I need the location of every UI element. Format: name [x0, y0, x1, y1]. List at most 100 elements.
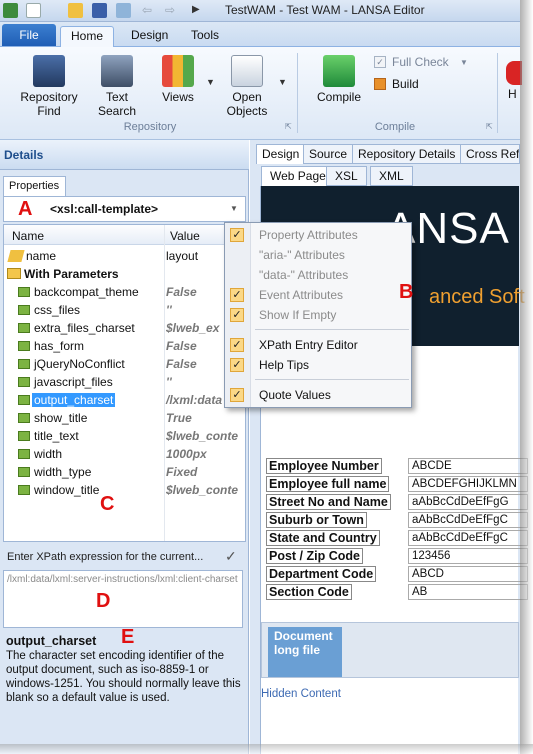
parameter-row[interactable]: show_title True [4, 409, 245, 427]
tab-home[interactable]: Home [60, 26, 115, 47]
tab-web-page[interactable]: Web Page [261, 166, 335, 186]
menu-item[interactable]: ✓ Event Attributes [225, 285, 411, 305]
ribbon-tab-row: File Home Design Tools [0, 22, 520, 47]
open-objects-button[interactable]: Open Objects [222, 55, 272, 118]
build-button[interactable]: Build [392, 77, 419, 91]
compile-button[interactable]: Compile [312, 55, 366, 104]
parameter-row[interactable]: jQueryNoConflict False [4, 355, 245, 373]
parameter-name: show_title [34, 411, 88, 425]
parameter-name: window_title [34, 483, 100, 497]
xpath-input[interactable]: /lxml:data/lxml:server-instructions/lxml… [3, 570, 243, 628]
parameter-icon [18, 305, 30, 315]
tab-source[interactable]: Source [303, 144, 354, 164]
compile-label: Compile [316, 90, 361, 104]
menu-item[interactable]: ✓ Show If Empty [225, 305, 411, 325]
parameter-row[interactable]: javascript_files '' [4, 373, 245, 391]
tab-properties[interactable]: Properties [3, 176, 66, 196]
tab-cross-references[interactable]: Cross Refe [460, 144, 520, 164]
column-header-name[interactable]: Name [12, 229, 44, 243]
parameter-icon [18, 377, 30, 387]
property-row-name[interactable]: name layout [4, 247, 245, 265]
window-shadow-right [520, 0, 533, 754]
help-text: The character set encoding identifier of… [6, 650, 241, 704]
menu-item-label: Help Tips [259, 358, 310, 372]
field-value[interactable]: aAbBcCdDeEfFgG [408, 494, 528, 510]
parameter-row[interactable]: width 1000px [4, 445, 245, 463]
field-value[interactable]: ABCDEFGHIJKLMN [408, 476, 528, 492]
column-header-value[interactable]: Value [170, 229, 200, 243]
checkmark-icon[interactable]: ✓ [225, 548, 237, 565]
field-value[interactable]: aAbBcCdDeEfFgC [408, 512, 528, 528]
xpath-input-value: /lxml:data/lxml:server-instructions/lxml… [7, 574, 238, 585]
open-objects-dropdown-icon[interactable]: ▼ [278, 77, 287, 87]
tab-file[interactable]: File [2, 24, 56, 46]
field-value[interactable]: ABCD [408, 566, 528, 582]
download-icon[interactable] [116, 3, 131, 18]
field-value[interactable]: aAbBcCdDeEfFgC [408, 530, 528, 546]
check-icon: ✓ [230, 338, 244, 352]
group-row-with-parameters[interactable]: With Parameters [4, 265, 245, 283]
document-section: Document long file [261, 622, 519, 678]
full-check-dropdown-icon[interactable]: ▼ [460, 58, 468, 67]
qat-more-icon[interactable]: ▶ [192, 4, 200, 15]
open-folder-icon[interactable] [68, 3, 83, 18]
compile-group-launcher-icon[interactable]: ⇱ [486, 122, 493, 131]
back-arrow-icon[interactable]: ⇦ [142, 3, 152, 17]
parameter-icon [18, 359, 30, 369]
ribbon-group-separator [297, 53, 298, 133]
help-button-partial[interactable]: H [508, 87, 517, 101]
tab-tools[interactable]: Tools [181, 26, 229, 47]
repository-group-launcher-icon[interactable]: ⇱ [285, 122, 292, 131]
forward-arrow-icon[interactable]: ⇨ [165, 3, 175, 17]
parameter-row[interactable]: title_text $lweb_conte [4, 427, 245, 445]
annotation-label-d: D [96, 590, 111, 612]
details-header: Details [0, 140, 249, 170]
repository-find-button[interactable]: Repository Find [14, 55, 84, 118]
menu-item[interactable]: ✓ Property Attributes [225, 225, 411, 245]
full-check-icon[interactable]: ✓ [374, 56, 386, 68]
combo-dropdown-icon[interactable]: ▼ [230, 204, 238, 213]
menu-item[interactable]: ✓ Quote Values [225, 385, 411, 405]
parameter-value: Fixed [166, 465, 198, 479]
parameter-icon [18, 485, 30, 495]
parameter-icon [18, 323, 30, 333]
parameter-row[interactable]: width_type Fixed [4, 463, 245, 481]
parameter-row[interactable]: backcompat_theme False [4, 283, 245, 301]
open-objects-label-2: Objects [226, 104, 268, 118]
element-selector-combo[interactable]: A <xsl:call-template> ▼ [3, 196, 246, 222]
new-file-icon[interactable] [26, 3, 41, 18]
field-value[interactable]: AB [408, 584, 528, 600]
full-check-button[interactable]: Full Check [392, 55, 449, 69]
repository-find-label-1: Repository [20, 90, 78, 104]
field-label: Street No and Name [266, 494, 391, 510]
tab-design-view[interactable]: Design [256, 144, 306, 164]
save-icon[interactable] [92, 3, 107, 18]
tab-xsl[interactable]: XSL [326, 166, 367, 186]
tab-repository-details[interactable]: Repository Details [352, 144, 462, 164]
views-dropdown-icon[interactable]: ▼ [206, 77, 215, 87]
window-title: TestWAM - Test WAM - LANSA Editor [225, 3, 425, 17]
parameter-row[interactable]: extra_files_charset $lweb_ex [4, 319, 245, 337]
tab-design[interactable]: Design [121, 26, 178, 47]
tab-xml[interactable]: XML [370, 166, 413, 186]
parameter-row[interactable]: window_title $lweb_conte [4, 481, 245, 499]
parameter-name: width [34, 447, 63, 461]
parameter-value: '' [166, 375, 172, 389]
parameter-row[interactable]: css_files '' [4, 301, 245, 319]
views-button[interactable]: Views [154, 55, 202, 104]
menu-item[interactable]: "aria-" Attributes [225, 245, 411, 265]
field-value[interactable]: ABCDE [408, 458, 528, 474]
menu-item[interactable]: "data-" Attributes [225, 265, 411, 285]
group-label: With Parameters [24, 267, 119, 281]
parameter-row[interactable]: has_form False [4, 337, 245, 355]
field-value[interactable]: 123456 [408, 548, 528, 564]
document-long-file-column[interactable]: Document long file [268, 627, 342, 677]
parameter-icon [18, 341, 30, 351]
repository-group-label: Repository [123, 121, 177, 133]
menu-item[interactable]: ✓ XPath Entry Editor [225, 335, 411, 355]
text-search-button[interactable]: Text Search [86, 55, 148, 118]
parameter-row[interactable]: output_charset/lxml:data [4, 391, 245, 409]
property-name: name [26, 249, 57, 263]
hidden-content-label[interactable]: Hidden Content [261, 688, 341, 700]
menu-item[interactable]: ✓ Help Tips [225, 355, 411, 375]
